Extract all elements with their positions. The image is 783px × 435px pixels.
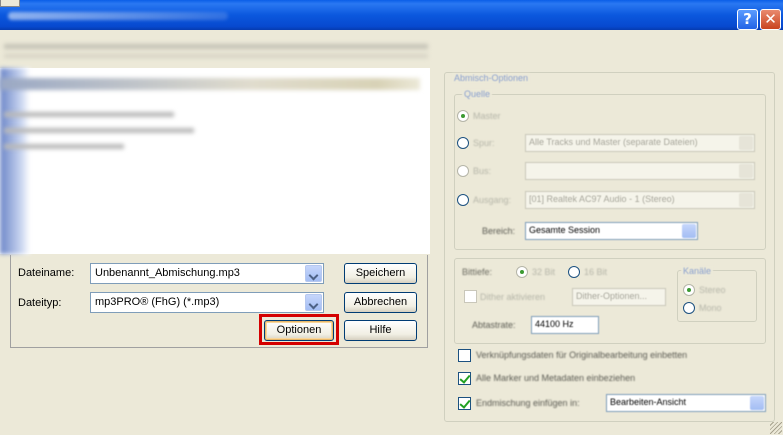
channels-title: Kanäle (681, 266, 714, 276)
bitdepth-label: Bittiefe: (462, 267, 493, 277)
insert-checkbox[interactable] (458, 397, 471, 410)
output-value: [01] Realtek AC97 Audio - 1 (Stereo) (529, 194, 675, 204)
samplerate-field[interactable]: 44100 Hz (531, 316, 599, 334)
bit16-radio[interactable] (568, 266, 580, 278)
chevron-down-icon[interactable] (739, 164, 753, 178)
filename-value[interactable]: Unbenannt_Abmischung.mp3 (95, 267, 240, 279)
stereo-label: Stereo (699, 285, 726, 295)
chevron-down-icon[interactable] (682, 224, 696, 238)
mono-label: Mono (699, 303, 722, 313)
embed-label: Verknüpfungsdaten für Originalbearbeitun… (476, 350, 688, 360)
highlight-frame (259, 314, 339, 345)
track-label: Spur: (473, 138, 495, 148)
window-corner (0, 0, 20, 7)
dither-checkbox[interactable] (464, 290, 477, 303)
title-bar[interactable]: ? ✕ (0, 0, 783, 30)
resize-grip-icon[interactable] (770, 422, 782, 434)
output-radio[interactable] (457, 194, 469, 206)
stereo-radio[interactable] (683, 284, 695, 296)
file-list-header (0, 78, 420, 90)
insert-label: Endmischung einfügen in: (476, 398, 580, 408)
file-list[interactable] (0, 68, 430, 254)
help-icon[interactable]: ? (737, 9, 758, 30)
window-title-blurred (8, 12, 228, 20)
bus-radio[interactable] (457, 165, 469, 177)
cancel-button[interactable]: Abbrechen (344, 292, 417, 313)
track-combo[interactable]: Alle Tracks und Master (separate Dateien… (525, 134, 755, 152)
output-combo[interactable]: [01] Realtek AC97 Audio - 1 (Stereo) (525, 191, 755, 209)
file-list-shade (0, 68, 30, 254)
track-radio[interactable] (457, 137, 469, 149)
insert-value: Bearbeiten-Ansicht (610, 397, 687, 407)
channels-group (677, 270, 757, 322)
chevron-down-icon[interactable] (739, 193, 753, 207)
list-item[interactable] (4, 112, 174, 117)
list-item[interactable] (4, 144, 124, 149)
dither-label: Dither aktivieren (480, 292, 546, 302)
range-value: Gesamte Session (529, 225, 601, 235)
filename-label: Dateiname: (18, 267, 75, 279)
save-mixdown-dialog: ? ✕ Dateiname: Unbenannt_Abmischung.mp3 … (0, 0, 783, 435)
source-title: Quelle (462, 89, 493, 99)
list-item[interactable] (4, 128, 194, 133)
range-label: Bereich: (482, 226, 516, 236)
output-label: Ausgang: (473, 195, 512, 205)
close-icon[interactable]: ✕ (760, 9, 781, 30)
bus-combo[interactable] (525, 162, 755, 180)
bus-label: Bus: (473, 166, 492, 176)
filetype-combo[interactable]: mp3PRO® (FhG) (*.mp3) (90, 292, 324, 313)
bit32-label: 32 Bit (532, 267, 556, 277)
mix-options-title: Abmisch-Optionen (452, 73, 531, 83)
bit16-label: 16 Bit (584, 267, 608, 277)
master-label: Master (473, 111, 501, 121)
chevron-down-icon[interactable] (305, 294, 322, 311)
location-bar-blurred-2 (4, 54, 428, 58)
filetype-label: Dateityp: (18, 297, 62, 309)
chevron-down-icon[interactable] (750, 396, 764, 410)
dither-options-button[interactable]: Dither-Optionen... (572, 288, 666, 306)
embed-checkbox[interactable] (458, 349, 471, 362)
bit32-radio[interactable] (516, 266, 528, 278)
location-bar-blurred (4, 44, 428, 49)
markers-checkbox[interactable] (458, 372, 471, 385)
samplerate-label: Abtastrate: (472, 320, 516, 330)
filename-combo[interactable]: Unbenannt_Abmischung.mp3 (90, 263, 324, 284)
chevron-down-icon[interactable] (739, 136, 753, 150)
filetype-value[interactable]: mp3PRO® (FhG) (*.mp3) (95, 296, 219, 308)
chevron-down-icon[interactable] (305, 265, 322, 282)
mono-radio[interactable] (683, 302, 695, 314)
insert-combo[interactable]: Bearbeiten-Ansicht (606, 394, 766, 412)
master-radio[interactable] (457, 110, 469, 122)
track-value: Alle Tracks und Master (separate Dateien… (529, 137, 698, 147)
range-combo[interactable]: Gesamte Session (525, 222, 698, 240)
markers-label: Alle Marker und Metadaten einbeziehen (476, 373, 636, 383)
save-button[interactable]: Speichern (344, 263, 417, 284)
help-button[interactable]: Hilfe (344, 320, 417, 341)
